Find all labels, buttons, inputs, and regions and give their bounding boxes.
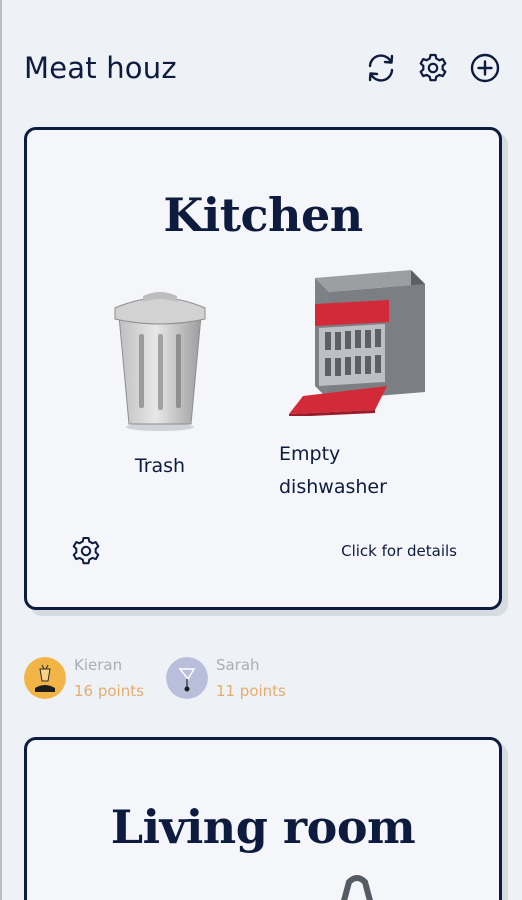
household-title: Meat houz <box>24 51 177 85</box>
room-card-kitchen[interactable]: Kitchen Trash Empty dishwasher Click for… <box>24 127 502 610</box>
chore-label: Empty dishwasher <box>279 443 387 498</box>
settings-button[interactable] <box>416 51 450 85</box>
add-room-button[interactable] <box>468 51 502 85</box>
left-edge-border <box>0 0 2 900</box>
room-settings-button[interactable] <box>69 534 103 568</box>
room-title: Kitchen <box>163 188 363 242</box>
header-actions <box>364 51 502 85</box>
player-name: Sarah <box>215 656 260 674</box>
refresh-button[interactable] <box>364 51 398 85</box>
avatar <box>24 657 66 699</box>
details-link[interactable]: Click for details <box>341 542 457 560</box>
player-name: Kieran <box>74 656 123 674</box>
app-header: Meat houz <box>24 46 502 90</box>
room-card-living-room[interactable]: Living room <box>24 737 502 900</box>
chore-object-icon <box>341 875 373 900</box>
chore-trash[interactable]: Trash <box>105 286 215 483</box>
gear-icon <box>419 53 447 82</box>
player-points: 11 points <box>215 682 286 700</box>
refresh-icon <box>368 54 394 82</box>
gear-icon <box>72 537 100 565</box>
dishwasher-icon <box>289 270 425 417</box>
avatar <box>165 657 208 699</box>
player-points: 16 points <box>74 682 144 700</box>
trash-can-icon <box>114 292 206 431</box>
room-title: Living room <box>110 800 416 854</box>
score-entry[interactable]: Sarah 11 points <box>165 652 286 704</box>
avatar-sarah-icon <box>165 657 208 699</box>
chore-empty-dishwasher[interactable]: Empty dishwasher <box>279 270 449 504</box>
score-entry[interactable]: Kieran 16 points <box>24 652 144 704</box>
scoreboard: Kieran 16 points Sarah 11 points <box>24 652 286 704</box>
chore-label: Trash <box>134 455 186 477</box>
plus-circle-icon <box>470 53 500 83</box>
avatar-kieran-icon <box>24 657 66 699</box>
